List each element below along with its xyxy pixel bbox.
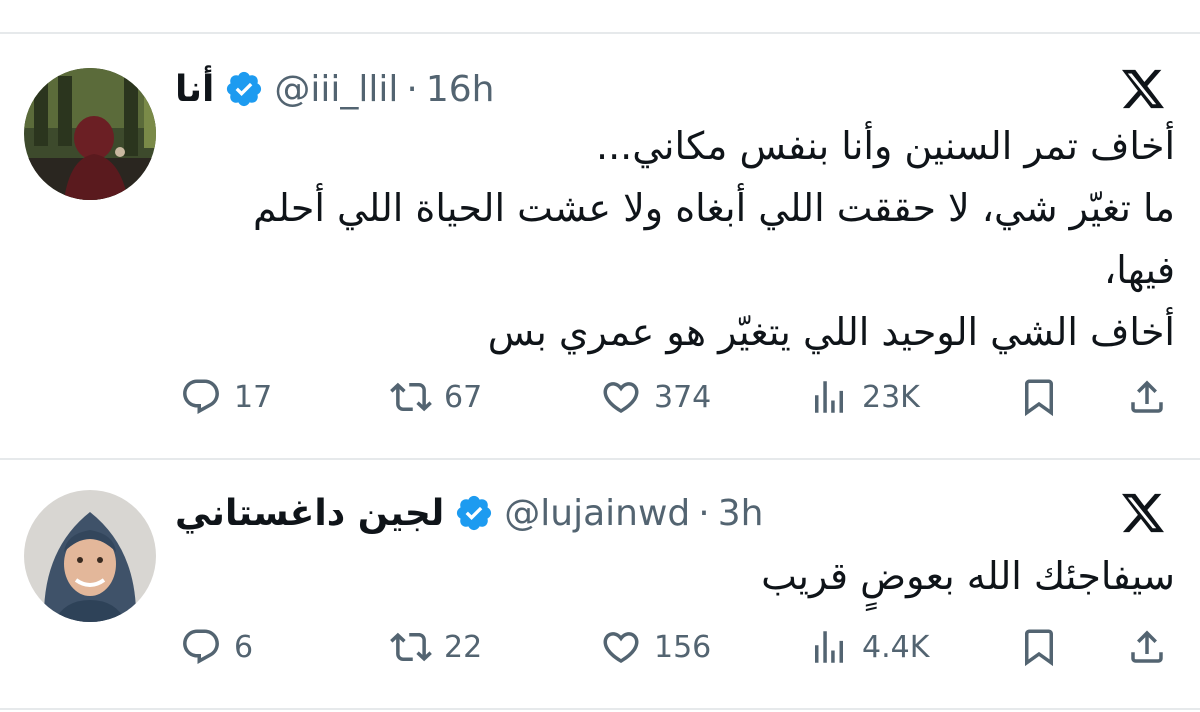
repost-icon [390,376,432,418]
timestamp[interactable]: 3h [718,493,764,534]
tweet-text-line: أخاف الشي الوحيد اللي يتغيّر هو عمري بس [487,310,1175,354]
tweet-header-main: أنا @iii_llil · 16h [175,64,494,114]
tweet-text-line: أخاف تمر السنين وأنا بنفس مكاني... [596,124,1175,168]
tweet-1[interactable]: أنا @iii_llil · 16h أخاف تمر السنين وأنا… [0,0,1200,460]
separator: · [406,68,418,110]
tweet-text-line: ما تغيّر شي، لا حققت اللي أبغاه ولا عشت … [252,186,1175,230]
display-name[interactable]: أنا [175,69,214,110]
reply-icon [180,376,222,418]
display-name[interactable]: لجين داغستاني [175,493,444,534]
reply-icon [180,626,222,668]
bookmark-button[interactable] [1018,372,1060,422]
timestamp[interactable]: 16h [426,69,495,110]
views-count: 4.4K [862,629,930,665]
views-icon [808,376,850,418]
like-count: 374 [654,379,712,415]
action-bar: 17 67 374 23K [0,372,1200,422]
share-button[interactable] [1126,372,1168,422]
share-button[interactable] [1126,622,1168,672]
tweet-header-main: لجين داغستاني @lujainwd · 3h [175,488,763,538]
like-icon [600,376,642,418]
avatar[interactable] [24,68,156,200]
repost-icon [390,626,432,668]
reply-button[interactable]: 17 [180,372,272,422]
bookmark-icon [1018,626,1060,668]
views-icon [808,626,850,668]
views-button[interactable]: 23K [808,372,920,422]
like-button[interactable]: 374 [600,372,711,422]
avatar[interactable] [24,490,156,622]
action-bar: 6 22 156 4.4K [0,622,1200,672]
repost-button[interactable]: 67 [390,372,482,422]
share-icon [1126,376,1168,418]
like-icon [600,626,642,668]
views-button[interactable]: 4.4K [808,622,929,672]
like-count: 156 [654,629,712,665]
tweet-2[interactable]: لجين داغستاني @lujainwd · 3h سيفاجئك الل… [0,460,1200,712]
bookmark-icon [1018,376,1060,418]
bookmark-button[interactable] [1018,622,1060,672]
repost-count: 67 [444,379,483,415]
reply-count: 17 [234,379,273,415]
x-logo-icon [1120,68,1166,110]
share-icon [1126,626,1168,668]
repost-button[interactable]: 22 [390,622,482,672]
bottom-divider [0,708,1200,710]
handle[interactable]: @iii_llil [274,69,398,110]
tweet-text-line: فيها، [1104,248,1175,292]
views-count: 23K [862,379,920,415]
reply-count: 6 [234,629,254,665]
repost-count: 22 [444,629,483,665]
separator: · [698,492,710,534]
handle[interactable]: @lujainwd [504,493,690,534]
reply-button[interactable]: 6 [180,622,253,672]
verified-badge-icon [454,493,494,533]
like-button[interactable]: 156 [600,622,711,672]
tweet-text-line: سيفاجئك الله بعوضٍ قريب [761,554,1175,598]
x-logo-icon [1120,492,1166,534]
verified-badge-icon [224,69,264,109]
